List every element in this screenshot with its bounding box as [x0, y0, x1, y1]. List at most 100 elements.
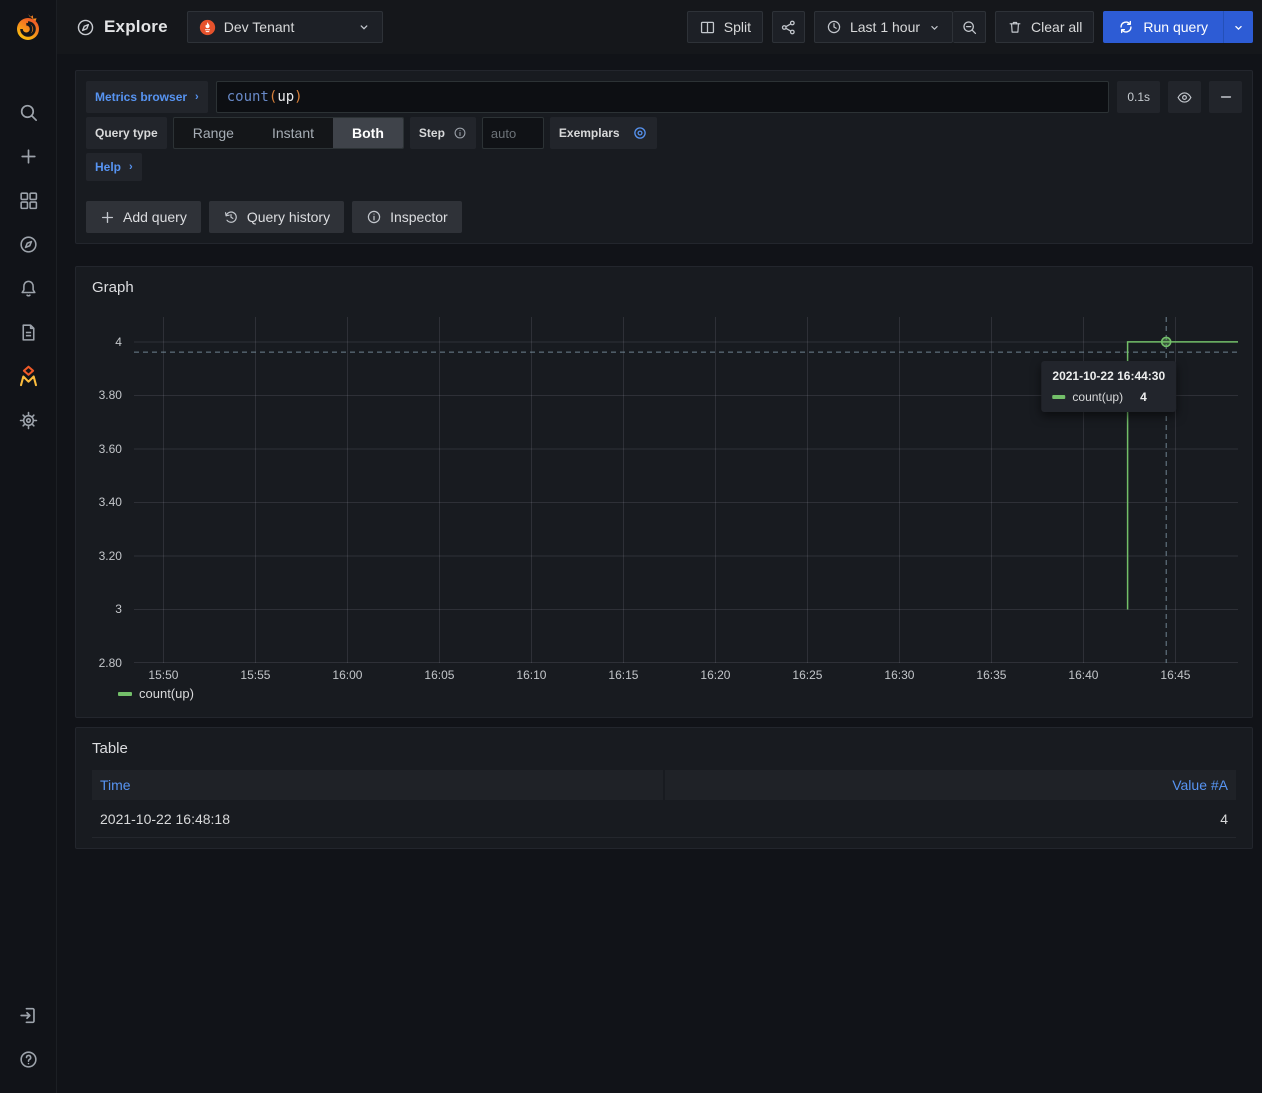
- table-header-row: Time Value #A: [92, 770, 1236, 800]
- sign-in-icon: [18, 1005, 39, 1026]
- query-actions-row: Add query Query history Inspector: [86, 201, 1242, 233]
- add-query-label: Add query: [123, 209, 187, 225]
- table-header-value[interactable]: Value #A: [665, 770, 1236, 800]
- exemplars-label: Exemplars: [559, 126, 620, 140]
- step-label: Step: [419, 126, 445, 140]
- datasource-label: Dev Tenant: [224, 19, 295, 35]
- info-circle-icon: [366, 209, 382, 225]
- sidebar-item-alerting[interactable]: [0, 266, 57, 310]
- table-cell-time: 2021-10-22 16:48:18: [92, 811, 663, 827]
- toggle-query-visibility-button[interactable]: [1168, 81, 1201, 113]
- table-cell-value: 4: [663, 811, 1236, 827]
- share-button[interactable]: [772, 11, 805, 43]
- clock-icon: [826, 19, 842, 35]
- sidebar-item-docs[interactable]: [0, 310, 57, 354]
- y-axis-tick-label: 3.60: [99, 442, 122, 456]
- sidebar-item-create[interactable]: [0, 134, 57, 178]
- compass-icon: [18, 234, 39, 255]
- search-icon: [18, 102, 39, 123]
- graph-tooltip: 2021-10-22 16:44:30 count(up) 4: [1041, 361, 1176, 412]
- graph-panel-title: Graph: [92, 279, 1236, 296]
- sidebar-bottom-nav: [0, 993, 57, 1081]
- plot-area[interactable]: 2021-10-22 16:44:30 count(up) 4: [134, 317, 1236, 663]
- exemplars-toggle-icon[interactable]: [632, 125, 648, 141]
- y-axis-tick-label: 3: [115, 602, 122, 616]
- x-axis-tick-label: 16:15: [608, 668, 638, 682]
- help-row: Help ›: [86, 153, 1242, 181]
- query-type-label: Query type: [86, 117, 167, 149]
- grafana-logo[interactable]: [0, 0, 57, 54]
- dashboards-grid-icon: [18, 190, 39, 211]
- explore-compass-icon: [76, 18, 95, 37]
- zoom-out-time-button[interactable]: [953, 11, 986, 43]
- minus-icon: [1218, 89, 1234, 105]
- remove-query-button[interactable]: [1209, 81, 1242, 113]
- x-axis-tick-label: 16:45: [1160, 668, 1190, 682]
- help-button[interactable]: Help ›: [86, 153, 142, 181]
- tooltip-series-value: 4: [1140, 390, 1147, 404]
- query-editor-panel: Metrics browser › count(up) 0.1s: [75, 70, 1253, 244]
- history-icon: [223, 209, 239, 225]
- query-duration-badge: 0.1s: [1117, 81, 1160, 113]
- table-header-time[interactable]: Time: [92, 770, 663, 800]
- y-axis: 43.803.603.403.2032.80: [92, 317, 134, 663]
- sidebar-item-help[interactable]: [0, 1037, 57, 1081]
- time-picker-group: Last 1 hour: [814, 11, 986, 43]
- inspector-button[interactable]: Inspector: [352, 201, 462, 233]
- sidebar-item-metrics[interactable]: [0, 354, 57, 398]
- sync-icon: [1118, 19, 1134, 35]
- metrics-plugin-icon: [17, 365, 40, 388]
- x-axis-tick-label: 16:20: [700, 668, 730, 682]
- query-type-option-both[interactable]: Both: [333, 118, 403, 148]
- graph-legend: count(up): [118, 686, 1236, 701]
- info-circle-icon: [453, 126, 467, 140]
- sidebar-item-configuration[interactable]: [0, 398, 57, 442]
- eye-icon: [1176, 89, 1193, 106]
- y-axis-tick-label: 4: [115, 335, 122, 349]
- explore-content: Metrics browser › count(up) 0.1s: [57, 54, 1262, 1093]
- query-type-option-range[interactable]: Range: [174, 118, 253, 148]
- zoom-out-icon: [961, 19, 978, 36]
- sidebar-item-sign-in[interactable]: [0, 993, 57, 1037]
- query-token-arg: up: [277, 89, 294, 105]
- run-query-button[interactable]: Run query: [1103, 11, 1223, 43]
- explore-toolbar: Explore Dev Tenant Split: [57, 0, 1262, 54]
- sidebar-item-dashboards[interactable]: [0, 178, 57, 222]
- query-input[interactable]: count(up): [216, 81, 1110, 113]
- help-circle-icon: [18, 1049, 39, 1070]
- y-axis-tick-label: 3.40: [99, 495, 122, 509]
- step-input[interactable]: [482, 117, 544, 149]
- grafana-logo-icon: [13, 12, 43, 42]
- clear-all-button[interactable]: Clear all: [995, 11, 1094, 43]
- document-icon: [18, 322, 39, 343]
- time-range-button[interactable]: Last 1 hour: [814, 11, 953, 43]
- split-button[interactable]: Split: [687, 11, 763, 43]
- chevron-down-icon: [928, 21, 941, 34]
- table-panel-title: Table: [92, 740, 1236, 757]
- query-type-option-instant[interactable]: Instant: [253, 118, 333, 148]
- tooltip-time: 2021-10-22 16:44:30: [1052, 369, 1165, 383]
- run-query-label: Run query: [1143, 19, 1208, 35]
- sidebar-item-search[interactable]: [0, 90, 57, 134]
- share-icon: [780, 19, 797, 36]
- metrics-browser-button[interactable]: Metrics browser ›: [86, 81, 208, 113]
- run-query-dropdown-button[interactable]: [1223, 11, 1253, 43]
- x-axis-tick-label: 16:40: [1068, 668, 1098, 682]
- tooltip-series-swatch: [1052, 395, 1065, 399]
- sidebar: [0, 0, 57, 1093]
- datasource-picker[interactable]: Dev Tenant: [187, 11, 383, 43]
- page-title: Explore: [104, 17, 168, 37]
- help-label: Help: [95, 160, 121, 174]
- sidebar-item-explore[interactable]: [0, 222, 57, 266]
- graph-panel: Graph 43.803.603.403.2032.80 2021-10-22 …: [75, 266, 1253, 718]
- query-type-radio-group: Range Instant Both: [173, 117, 404, 149]
- gear-icon: [18, 410, 39, 431]
- step-label-chip: Step: [410, 117, 476, 149]
- results-table: Time Value #A 2021-10-22 16:48:18 4: [92, 770, 1236, 838]
- legend-series-label[interactable]: count(up): [139, 686, 194, 701]
- add-query-button[interactable]: Add query: [86, 201, 201, 233]
- query-history-button[interactable]: Query history: [209, 201, 344, 233]
- exemplars-chip: Exemplars: [550, 117, 657, 149]
- tooltip-series-name: count(up): [1072, 390, 1123, 404]
- plus-icon: [100, 210, 115, 225]
